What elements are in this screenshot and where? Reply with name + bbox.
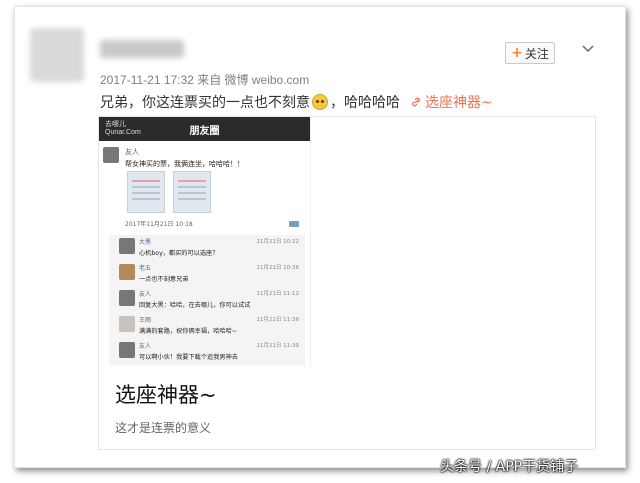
comment-text: 可以啊小伙！我要下载个追我男神去 [139,354,238,361]
avatar [119,238,135,254]
article-card[interactable]: 去哪儿 Qunar.Com 朋友圈 友人 帮女神买的票，我俩连坐，哈哈哈！！ 2… [98,116,596,450]
comment-time: 11月21日 11:12 [256,291,299,297]
moments-post: 友人 帮女神买的票，我俩连坐，哈哈哈！！ 2017年11月21日 10:18 [99,141,310,229]
ticket-image [173,171,211,213]
avatar [119,290,135,306]
comment-item: 王雨 11月21日 11:36 满满的套路，祝你俩幸福，哈哈哈~ [109,313,305,339]
moments-header: 去哪儿 Qunar.Com 朋友圈 [99,117,310,141]
comment-icon [289,221,299,227]
follow-button[interactable]: + 关注 [505,42,555,64]
watermark: 头条号 / APP干货铺子 [440,459,579,475]
username-blurred[interactable] [100,40,184,58]
plus-icon: + [511,45,523,61]
chevron-down-icon[interactable] [581,42,595,56]
comment-item: 老五 11月21日 10:36 一点也不刻意兄弟 [109,261,305,287]
link-icon [412,97,420,107]
avatar [119,264,135,280]
comment-text: 心机boy，都买的可以选座？ [139,250,219,257]
article-link[interactable]: 选座神器~ [410,92,493,112]
article-link-label: 选座神器~ [425,95,493,111]
card-screenshot: 去哪儿 Qunar.Com 朋友圈 友人 帮女神买的票，我俩连坐，哈哈哈！！ 2… [99,117,311,367]
card-subtitle: 这才是连票的意义 [115,421,212,435]
comment-list: 大黑 11月21日 10:22 心机boy，都买的可以选座？ 老五 11月21日… [109,235,305,365]
comment-item: 友人 11月21日 11:12 回复大黑：哈哈，在去哪儿，你可以试试 [109,287,305,313]
comment-author: 大黑 [139,239,152,246]
follow-label: 关注 [524,46,549,61]
user-avatar[interactable] [30,28,84,82]
ticket-image [127,171,165,213]
emoji-icon [312,94,328,110]
card-title[interactable]: 选座神器~ [115,379,217,409]
comment-author: 友人 [139,343,152,350]
comment-author: 王雨 [139,317,152,324]
post-date: 2017年11月21日 10:18 [125,221,193,228]
post-text: 兄弟，你这连票买的一点也不刻意 ，哈哈哈哈 选座神器~ [100,92,493,112]
post-text-main: 兄弟，你这连票买的一点也不刻意 [100,95,310,111]
comment-item: 大黑 11月21日 10:22 心机boy，都买的可以选座？ [109,235,305,261]
moments-title: 朋友圈 [189,125,220,137]
post-content: 帮女神买的票，我俩连坐，哈哈哈！！ [125,160,244,168]
post-author: 友人 [125,148,139,156]
comment-author: 友人 [139,291,152,298]
comment-text: 满满的套路，祝你俩幸福，哈哈哈~ [139,328,237,335]
avatar [103,147,119,163]
comment-text: 回复大黑：哈哈，在去哪儿，你可以试试 [139,302,251,309]
comment-time: 11月21日 11:36 [256,317,299,323]
comment-time: 11月21日 10:22 [256,239,299,245]
comment-text: 一点也不刻意兄弟 [139,276,189,283]
comment-time: 11月21日 11:39 [256,343,299,349]
avatar [119,316,135,332]
post-text-tail: ，哈哈哈哈 [330,95,400,111]
avatar [119,342,135,358]
post-meta: 2017-11-21 17:32 来自 微博 weibo.com [100,73,310,87]
comment-item: 友人 11月21日 11:39 可以啊小伙！我要下载个追我男神去 [109,339,305,365]
comment-author: 老五 [139,265,152,272]
comment-time: 11月21日 10:36 [256,265,299,271]
